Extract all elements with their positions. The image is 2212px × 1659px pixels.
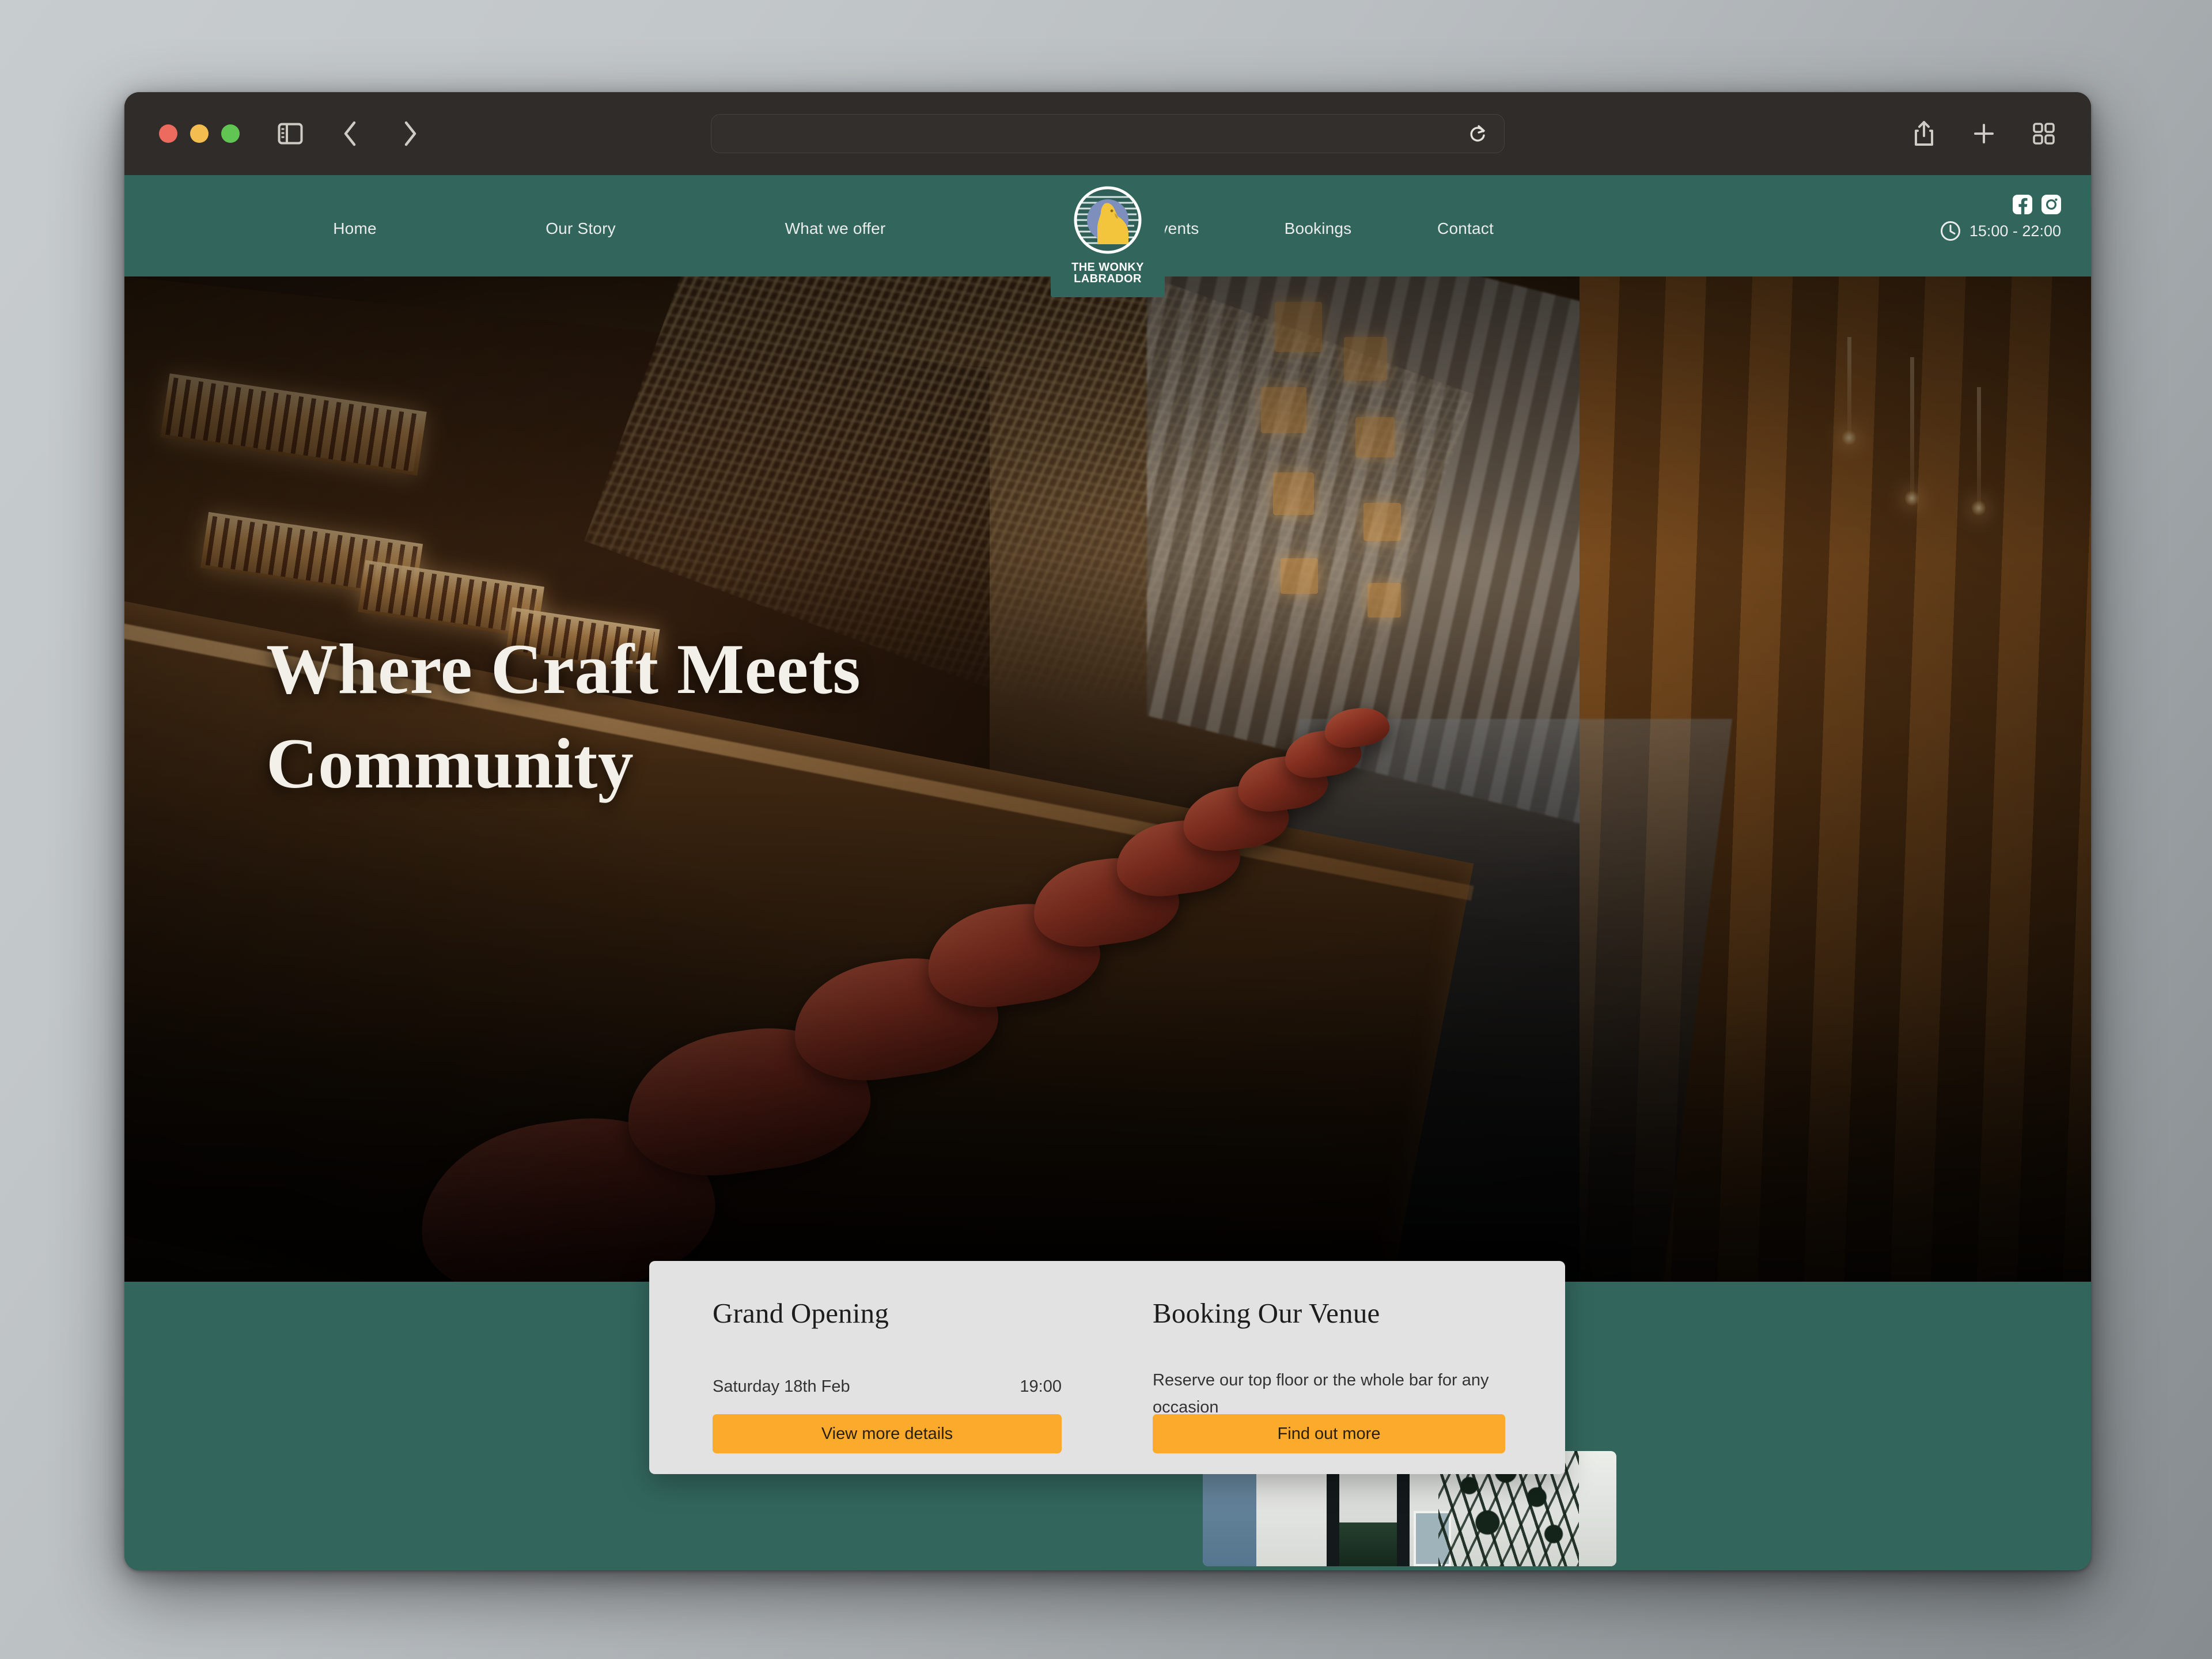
facebook-icon[interactable] <box>2013 195 2032 214</box>
toolbar-right-icons <box>1909 119 2059 149</box>
promo-event-date: Saturday 18th Feb <box>713 1377 850 1396</box>
chevron-right-icon[interactable] <box>395 119 425 149</box>
clock-icon <box>1940 221 1960 241</box>
share-icon[interactable] <box>1909 119 1939 149</box>
logo-text: THE WONKY LABRADOR <box>1071 262 1144 285</box>
hero-heading: Where Craft Meets Community <box>266 622 1015 810</box>
promo-event-column: Grand Opening Saturday 18th Feb 19:00 Vi… <box>649 1261 1096 1474</box>
find-out-more-button[interactable]: Find out more <box>1153 1414 1505 1453</box>
site-navigation-bar: Home Our Story What we offer Events Book… <box>124 175 2091 297</box>
browser-window: Home Our Story What we offer Events Book… <box>124 92 2091 1570</box>
nav-item-bookings[interactable]: Bookings <box>1285 219 1352 238</box>
browser-toolbar <box>124 92 2091 175</box>
reload-icon[interactable] <box>1466 122 1489 145</box>
nav-item-what-we-offer[interactable]: What we offer <box>785 219 886 238</box>
toolbar-nav-icons <box>275 119 425 149</box>
brand-logo[interactable]: THE WONKY LABRADOR <box>1051 177 1165 297</box>
view-more-details-button[interactable]: View more details <box>713 1414 1062 1453</box>
labrador-logo-icon <box>1064 184 1152 260</box>
minimize-window-button[interactable] <box>190 124 209 143</box>
sidebar-icon[interactable] <box>275 119 305 149</box>
instagram-icon[interactable] <box>2041 195 2061 214</box>
promo-booking-column: Booking Our Venue Reserve our top floor … <box>1096 1261 1565 1474</box>
close-window-button[interactable] <box>159 124 177 143</box>
promo-booking-title: Booking Our Venue <box>1153 1297 1380 1329</box>
promo-card: Grand Opening Saturday 18th Feb 19:00 Vi… <box>649 1261 1565 1474</box>
plus-icon[interactable] <box>1969 119 1999 149</box>
zoom-window-button[interactable] <box>221 124 240 143</box>
opening-hours-text: 15:00 - 22:00 <box>1969 222 2061 240</box>
promo-event-title: Grand Opening <box>713 1297 889 1329</box>
opening-hours: 15:00 - 22:00 <box>1940 220 2061 242</box>
address-bar[interactable] <box>711 114 1505 153</box>
logo-text-line2: LABRADOR <box>1074 272 1142 285</box>
promo-booking-description: Reserve our top floor or the whole bar f… <box>1153 1371 1489 1416</box>
nav-item-contact[interactable]: Contact <box>1437 219 1494 238</box>
chevron-left-icon[interactable] <box>335 119 365 149</box>
promo-event-meta: Saturday 18th Feb 19:00 <box>713 1377 1062 1396</box>
traffic-lights <box>159 124 240 143</box>
page-viewport: Home Our Story What we offer Events Book… <box>124 175 2091 1570</box>
nav-item-home[interactable]: Home <box>333 219 377 238</box>
nav-item-our-story[interactable]: Our Story <box>546 219 616 238</box>
hero-heading-line2: Community <box>266 724 634 803</box>
tab-overview-icon[interactable] <box>2029 119 2059 149</box>
social-links <box>2013 195 2061 214</box>
promo-event-time: 19:00 <box>1020 1377 1062 1396</box>
logo-text-line1: THE WONKY <box>1071 261 1144 274</box>
hero-section: Where Craft Meets Community <box>124 276 2091 1282</box>
hero-heading-line1: Where Craft Meets <box>266 630 861 709</box>
